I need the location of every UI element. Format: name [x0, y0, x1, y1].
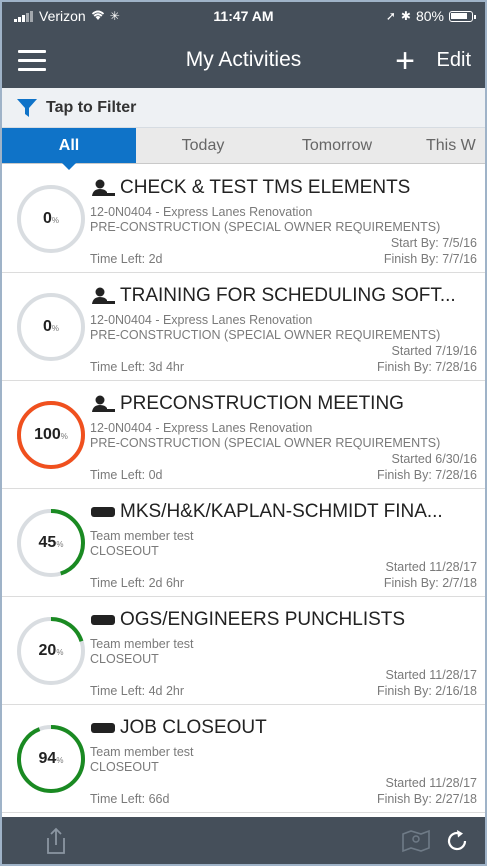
activity-project: Team member test [90, 745, 194, 759]
activity-start: Started 11/28/17 [385, 668, 477, 682]
location-icon: ➚ [385, 9, 396, 23]
activity-time-left: Time Left: 0d [90, 468, 163, 482]
progress-percent: 20% [16, 616, 86, 686]
activity-item[interactable]: 45% MKS/H&K/KAPLAN-SCHMIDT FINA... Team me… [2, 489, 485, 597]
edit-button[interactable]: Edit [437, 49, 471, 72]
activity-title: JOB CLOSEOUT [120, 717, 267, 738]
activity-time-left: Time Left: 66d [90, 792, 170, 806]
battery-percent: 80% [415, 8, 444, 24]
percent-value: 20 [38, 642, 57, 659]
activity-list: 0% CHECK & TEST TMS ELEMENTS 12-0N0404 - E… [2, 165, 485, 817]
progress-percent: 45% [16, 508, 86, 578]
app-frame: Verizon ✳ 11:47 AM ➚ ✱ 80% My Activities… [0, 0, 487, 866]
activity-title-row: MKS/H&K/KAPLAN-SCHMIDT FINA... [90, 501, 477, 523]
top-bar: Verizon ✳ 11:47 AM ➚ ✱ 80% My Activities… [2, 2, 485, 88]
activity-phase: PRE-CONSTRUCTION (SPECIAL OWNER REQUIREM… [90, 220, 441, 234]
activity-title-row: PRECONSTRUCTION MEETING [90, 393, 477, 415]
date-tabs: All Today Tomorrow This W [2, 128, 485, 170]
tab-today[interactable]: Today [136, 128, 270, 163]
percent-unit: % [51, 216, 60, 225]
percent-unit: % [51, 324, 60, 333]
activity-phase: CLOSEOUT [90, 760, 159, 774]
activity-item[interactable]: 100% PRECONSTRUCTION MEETING 12-0N0404 - E… [2, 381, 485, 489]
activity-time-left: Time Left: 3d 4hr [90, 360, 185, 374]
map-icon[interactable] [401, 829, 431, 853]
person-icon [92, 287, 115, 304]
add-button[interactable]: + [395, 42, 415, 81]
activity-finish: Finish By: 2/27/18 [376, 792, 477, 806]
activity-title-row: JOB CLOSEOUT [90, 717, 477, 739]
activity-title-row: OGS/ENGINEERS PUNCHLISTS [90, 609, 477, 631]
activity-project: 12-0N0404 - Express Lanes Renovation [90, 421, 313, 435]
filter-funnel-icon [17, 98, 37, 117]
activity-finish: Finish By: 2/7/18 [383, 576, 477, 590]
activity-item[interactable]: 0% CHECK & TEST TMS ELEMENTS 12-0N0404 - E… [2, 165, 485, 273]
tab-tomorrow[interactable]: Tomorrow [270, 128, 404, 163]
activity-finish: Finish By: 7/7/16 [383, 252, 477, 266]
activity-phase: CLOSEOUT [90, 652, 159, 666]
activity-item[interactable]: 94% JOB CLOSEOUT Team member test CLOSEOUT S… [2, 705, 485, 813]
percent-unit: % [56, 540, 64, 549]
activity-start: Started 11/28/17 [385, 560, 477, 574]
percent-value: 0 [42, 210, 52, 227]
bottom-toolbar [2, 817, 485, 864]
status-bar: Verizon ✳ 11:47 AM ➚ ✱ 80% [2, 8, 485, 28]
activity-phase: CLOSEOUT [90, 544, 159, 558]
activity-phase: PRE-CONSTRUCTION (SPECIAL OWNER REQUIREM… [90, 328, 441, 342]
percent-value: 94 [38, 750, 57, 767]
activity-start: Started 6/30/16 [391, 452, 477, 466]
activity-finish: Finish By: 7/28/16 [376, 468, 477, 482]
team-icon [91, 507, 115, 517]
activity-time-left: Time Left: 2d [90, 252, 163, 266]
tab-this-week[interactable]: This W [404, 128, 485, 163]
filter-bar[interactable]: Tap to Filter [2, 88, 485, 128]
activity-start: Started 11/28/17 [385, 776, 477, 790]
percent-unit: % [60, 432, 68, 441]
activity-project: Team member test [90, 637, 194, 651]
activity-title: PRECONSTRUCTION MEETING [120, 393, 404, 414]
person-icon [92, 179, 115, 196]
progress-percent: 100% [16, 400, 86, 470]
team-icon [91, 723, 115, 733]
activity-title: TRAINING FOR SCHEDULING SOFT... [120, 285, 456, 306]
activity-title-row: CHECK & TEST TMS ELEMENTS [90, 177, 477, 199]
battery-icon [449, 10, 476, 22]
nav-bar: My Activities + Edit [2, 40, 485, 82]
activity-project: 12-0N0404 - Express Lanes Renovation [90, 205, 313, 219]
refresh-icon[interactable] [445, 829, 469, 853]
share-icon[interactable] [44, 827, 68, 855]
percent-unit: % [56, 756, 64, 765]
tab-all[interactable]: All [2, 128, 136, 170]
activity-finish: Finish By: 7/28/16 [376, 360, 477, 374]
activity-time-left: Time Left: 4d 2hr [90, 684, 185, 698]
percent-value: 45 [38, 534, 57, 551]
filter-label: Tap to Filter [46, 98, 137, 116]
activity-project: 12-0N0404 - Express Lanes Renovation [90, 313, 313, 327]
activity-time-left: Time Left: 2d 6hr [90, 576, 185, 590]
activity-start: Start By: 7/5/16 [390, 236, 477, 250]
progress-percent: 94% [16, 724, 86, 794]
person-icon [92, 395, 115, 412]
activity-title-row: TRAINING FOR SCHEDULING SOFT... [90, 285, 477, 307]
activity-item[interactable]: 20% OGS/ENGINEERS PUNCHLISTS Team member t… [2, 597, 485, 705]
activity-start: Started 7/19/16 [391, 344, 477, 358]
progress-percent: 0% [16, 184, 86, 254]
activity-finish: Finish By: 2/16/18 [376, 684, 477, 698]
percent-value: 0 [42, 318, 52, 335]
activity-item[interactable]: 0% TRAINING FOR SCHEDULING SOFT... 12-0N04… [2, 273, 485, 381]
activity-phase: PRE-CONSTRUCTION (SPECIAL OWNER REQUIREM… [90, 436, 441, 450]
status-right: ➚ ✱ 80% [385, 8, 476, 24]
percent-unit: % [56, 648, 64, 657]
activity-title: MKS/H&K/KAPLAN-SCHMIDT FINA... [120, 501, 443, 522]
activity-title: OGS/ENGINEERS PUNCHLISTS [120, 609, 406, 630]
progress-percent: 0% [16, 292, 86, 362]
activity-title: CHECK & TEST TMS ELEMENTS [120, 177, 411, 198]
activity-project: Team member test [90, 529, 194, 543]
percent-value: 100 [34, 426, 61, 443]
bluetooth-icon: ✱ [400, 9, 411, 23]
team-icon [91, 615, 115, 625]
